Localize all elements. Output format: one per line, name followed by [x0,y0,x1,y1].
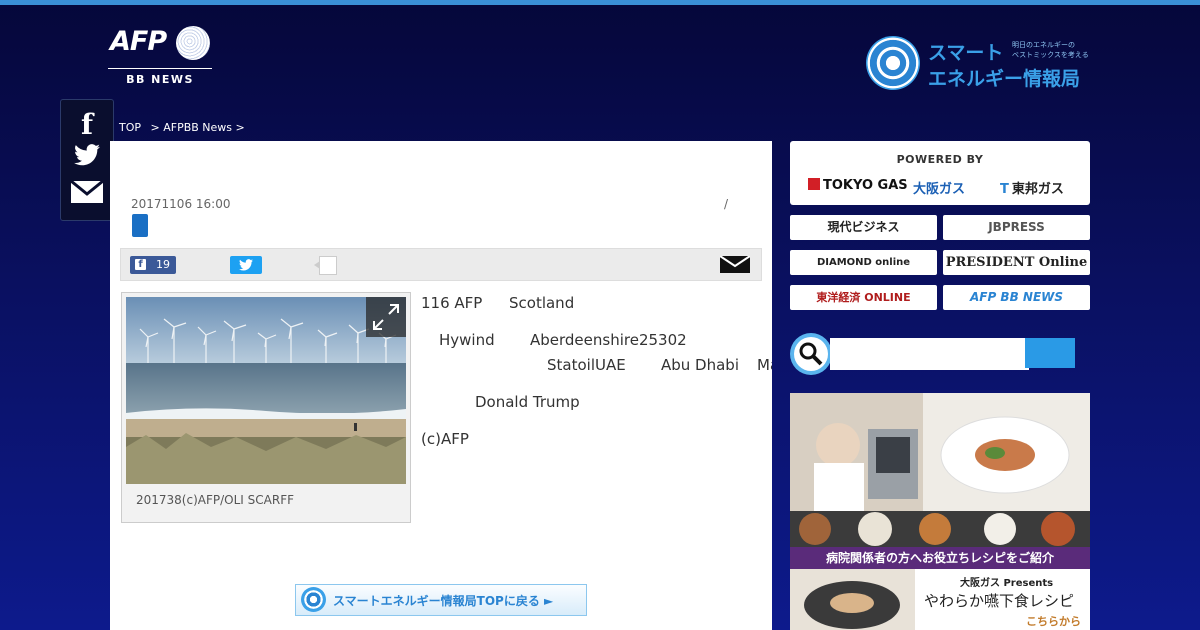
search-icon [794,337,828,371]
afp-logo-subtitle: BB NEWS [126,73,194,86]
search-button[interactable] [1025,338,1075,368]
twitter-icon [239,259,253,271]
powered-by-label: POWERED BY [896,153,984,166]
breadcrumb-afpbb-link[interactable]: > AFPBB News > [151,121,245,134]
back-to-top-label: スマートエネルギー情報局TOPに戻る ► [333,594,554,608]
article-meta-separator: / [724,197,729,211]
body-text-p2c: StatoilUAE [547,356,626,374]
smart-energy-title-line2: エネルギー情報局 [928,68,1081,90]
wind-farm-photo[interactable] [126,297,406,484]
article-date: 20171106 16:00 [131,197,231,211]
smart-energy-emblem-icon [866,36,920,90]
recipe-ad-banner[interactable]: 病院関係者の方へお役立ちレシピをご紹介 大阪ガス Presents やわらか嚥下… [790,393,1090,630]
ad-title: やわらか嚥下食レシピ [924,592,1075,610]
media-link-president[interactable]: PRESIDENT Online [943,250,1090,275]
body-text-p2b: Aberdeenshire25302 [530,331,687,349]
search-input[interactable] [830,338,1029,370]
mail-icon[interactable] [61,179,113,208]
article-photo-box: 201738(c)AFP/OLI SCARFF [121,292,411,523]
photo-caption: 201738(c)AFP/OLI SCARFF [136,493,294,507]
smart-energy-emblem-icon [301,587,326,612]
search-box [790,333,1080,375]
afpbb-logo[interactable]: AFP BB NEWS [108,24,212,88]
facebook-share-button[interactable]: f 19 [130,256,176,274]
twitter-icon[interactable] [61,144,113,170]
sponsor-osaka-gas[interactable]: 大阪ガス [913,178,965,197]
breadcrumb: TOP > AFPBB News > [119,121,251,134]
back-to-top-button[interactable]: スマートエネルギー情報局TOPに戻る ► [295,584,587,616]
media-link-diamond[interactable]: DIAMOND online [790,250,937,275]
body-text-p2e: Mas [757,356,772,374]
powered-by-box: POWERED BY TOKYO GAS 大阪ガス 東邦ガス [790,141,1090,205]
smart-energy-tagline-2: ベストミックスを考える [1012,51,1089,59]
facebook-icon[interactable]: f [61,108,113,141]
body-text-p2d: Abu Dhabi [661,356,739,374]
expand-photo-button[interactable] [366,297,406,337]
facebook-share-count: 19 [156,258,170,271]
mail-share-button[interactable] [719,255,751,277]
mail-icon [719,255,751,273]
sponsor-tokyo-gas[interactable]: TOKYO GAS [808,178,908,193]
body-text-p4: (c)AFP [421,430,469,448]
smart-energy-tagline-1: 明日のエネルギーの [1012,41,1075,49]
expand-icon [373,304,399,330]
category-badge [132,214,148,237]
afp-globe-icon [176,26,210,60]
sponsor-toho-gas[interactable]: 東邦ガス [1000,178,1064,197]
afp-logo-text: AFP [110,26,167,57]
media-link-afpbb[interactable]: AFP BB NEWS [943,285,1090,310]
breadcrumb-top-link[interactable]: TOP [119,121,141,134]
share-bar: f 19 [120,248,762,281]
social-share-rail: f [60,99,114,221]
body-text-p2a: Hywind [439,331,495,349]
smart-energy-logo[interactable]: スマート 明日のエネルギーの ベストミックスを考える エネルギー情報局 [866,34,1098,92]
top-accent-bar [0,0,1200,5]
body-text-p1b: Scotland [509,294,575,312]
body-text-p1a: 116 AFP [421,294,483,312]
comment-count-bubble[interactable] [314,256,337,275]
twitter-share-button[interactable] [230,256,262,274]
media-link-gendai[interactable]: 現代ビジネス [790,215,937,240]
ad-banner-text: 病院関係者の方へお役立ちレシピをご紹介 [790,547,1090,569]
body-text-p3: Donald Trump [475,393,580,411]
article-card: 20171106 16:00 / f 19 201738(c)AFP/OLI S… [110,141,772,630]
media-link-toyokeizai[interactable]: 東洋経済 ONLINE [790,285,937,310]
media-link-jbpress[interactable]: JBPRESS [943,215,1090,240]
smart-energy-title-line1: スマート [928,42,1004,64]
ad-presents: 大阪ガス Presents [960,578,1054,589]
facebook-icon: f [135,259,146,270]
ad-cta[interactable]: こちらから [1026,613,1081,629]
afp-logo-divider [108,68,212,69]
